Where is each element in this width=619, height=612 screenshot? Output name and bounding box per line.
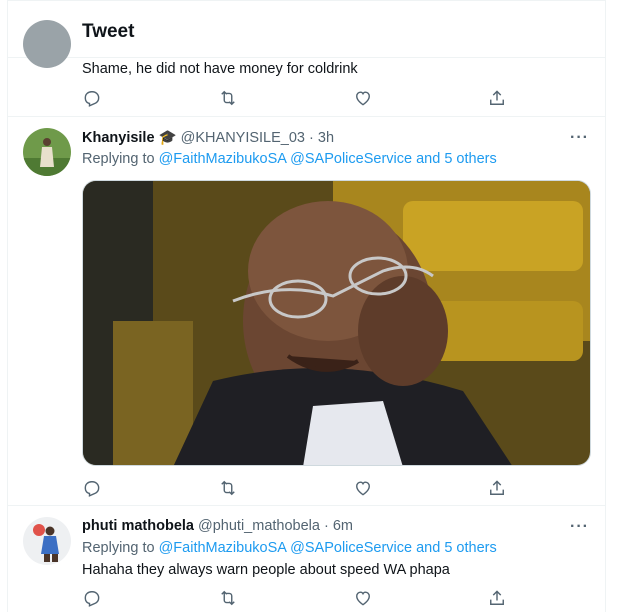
tweet-time[interactable]: · 3h	[309, 130, 334, 146]
avatar[interactable]	[23, 517, 71, 565]
tweet-actions	[82, 478, 505, 498]
photo-image	[83, 181, 590, 465]
replying-and: and	[412, 540, 445, 556]
tweet-photo[interactable]	[82, 180, 591, 466]
page-title: Tweet	[82, 21, 135, 42]
replying-others-link[interactable]: 5 others	[444, 151, 496, 167]
replying-to: Replying to @FaithMazibukoSA @SAPoliceSe…	[82, 540, 497, 556]
avatar[interactable]	[23, 128, 71, 176]
heart-icon[interactable]	[353, 478, 373, 498]
tweet-actions	[82, 588, 505, 608]
replying-others-link[interactable]: 5 others	[444, 540, 496, 556]
top-bar: Tweet	[8, 0, 605, 58]
reply-icon[interactable]	[82, 588, 102, 608]
retweet-icon[interactable]	[218, 478, 238, 498]
tweet-item[interactable]: Khanyisile 🎓 @KHANYISILE_03 · 3h ··· Rep…	[8, 117, 605, 506]
main-column: Tweet Shame, he did not have money for c…	[7, 0, 606, 612]
replying-to: Replying to @FaithMazibukoSA @SAPoliceSe…	[82, 151, 497, 167]
tweet-actions	[82, 88, 505, 108]
heart-icon[interactable]	[353, 88, 373, 108]
replying-prefix: Replying to	[82, 540, 159, 556]
graduation-cap-icon: 🎓	[158, 130, 177, 146]
avatar-image	[23, 517, 71, 565]
retweet-icon[interactable]	[218, 588, 238, 608]
replying-and: and	[412, 151, 445, 167]
tweet-text: Shame, he did not have money for coldrin…	[82, 61, 358, 77]
more-icon[interactable]: ···	[570, 518, 589, 536]
share-icon[interactable]	[487, 588, 507, 608]
reply-icon[interactable]	[82, 88, 102, 108]
tweet-header: Khanyisile 🎓 @KHANYISILE_03 · 3h	[82, 129, 334, 146]
avatar[interactable]	[23, 20, 71, 68]
reply-icon[interactable]	[82, 478, 102, 498]
display-name[interactable]: phuti mathobela	[82, 518, 194, 534]
tweet-text: Hahaha they always warn people about spe…	[82, 562, 450, 578]
retweet-icon[interactable]	[218, 88, 238, 108]
avatar-image	[23, 128, 71, 176]
user-handle[interactable]: @phuti_mathobela	[198, 518, 320, 534]
tweet-header: phuti mathobela @phuti_mathobela · 6m	[82, 518, 353, 534]
share-icon[interactable]	[487, 478, 507, 498]
tweet-time[interactable]: · 6m	[324, 518, 353, 534]
more-icon[interactable]: ···	[570, 129, 589, 147]
share-icon[interactable]	[487, 88, 507, 108]
replying-users-link[interactable]: @FaithMazibukoSA @SAPoliceService	[159, 151, 413, 167]
tweet-item[interactable]: phuti mathobela @phuti_mathobela · 6m ··…	[8, 506, 605, 612]
display-name[interactable]: Khanyisile	[82, 130, 155, 146]
replying-users-link[interactable]: @FaithMazibukoSA @SAPoliceService	[159, 540, 413, 556]
tweet-item[interactable]: Shame, he did not have money for coldrin…	[8, 20, 605, 117]
user-handle[interactable]: @KHANYISILE_03	[181, 130, 305, 146]
heart-icon[interactable]	[353, 588, 373, 608]
replying-prefix: Replying to	[82, 151, 159, 167]
